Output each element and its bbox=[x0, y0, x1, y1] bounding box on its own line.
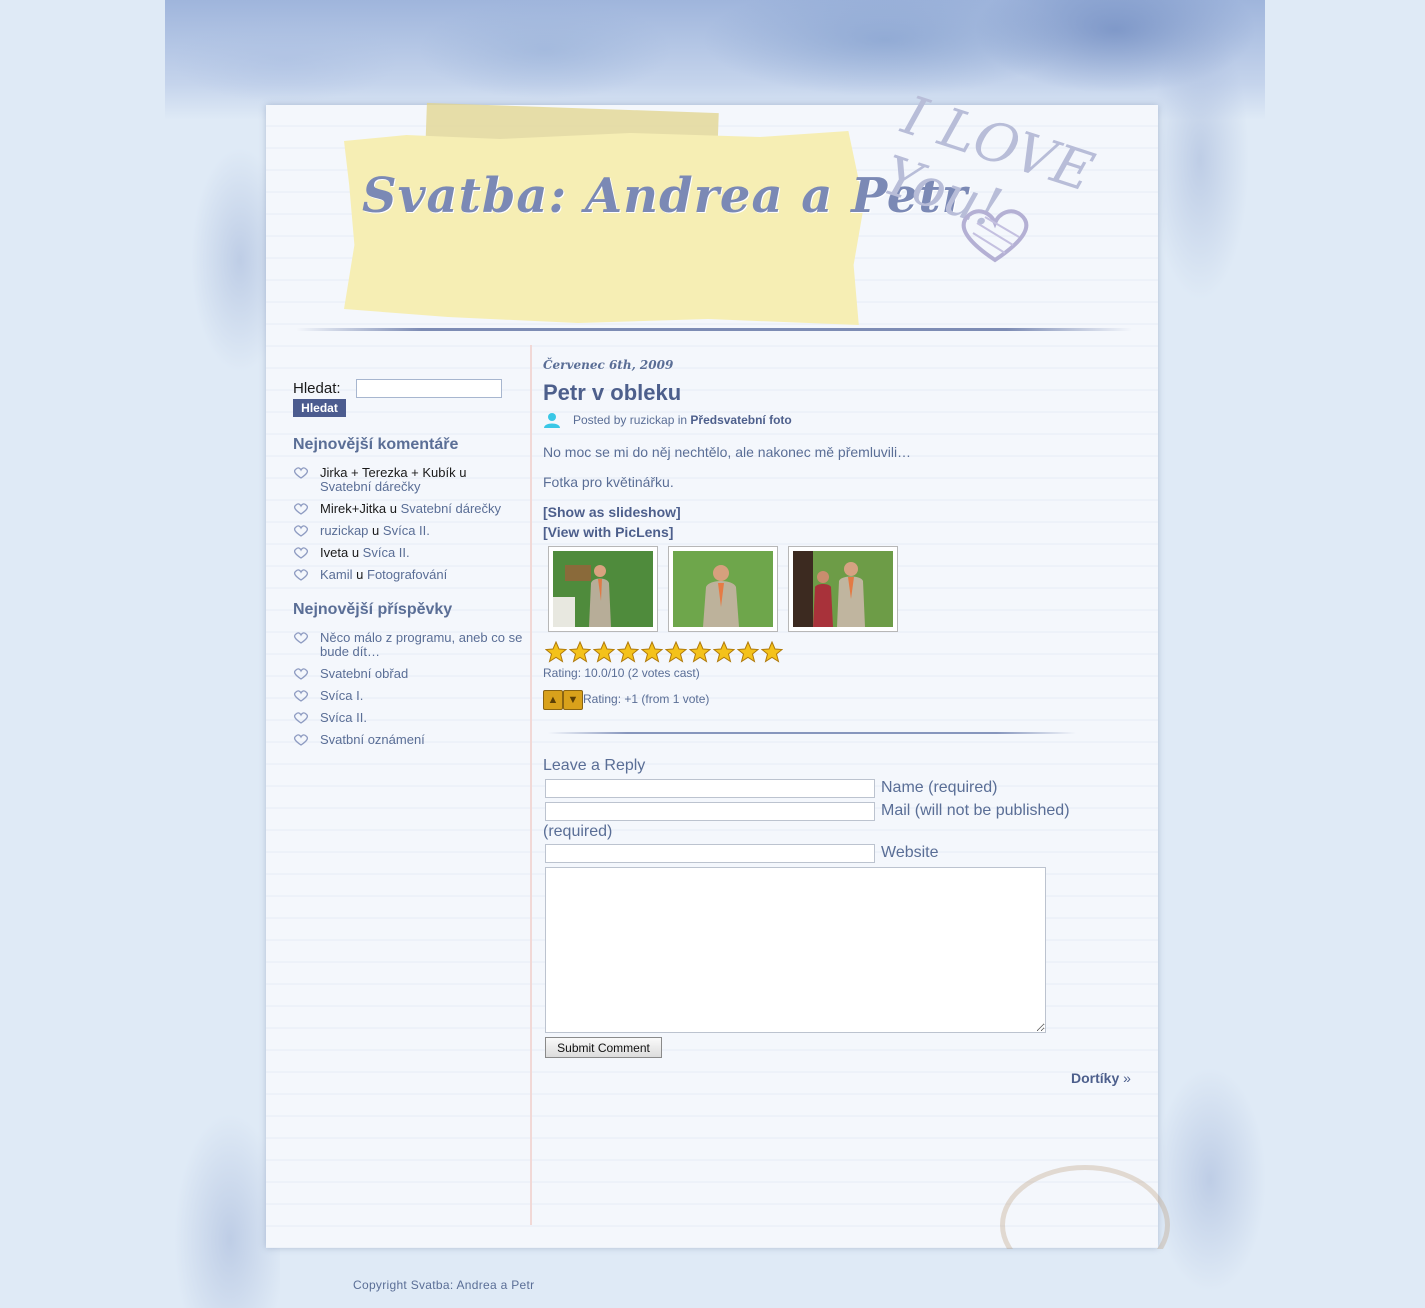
comment-post-link[interactable]: Svíca II. bbox=[383, 523, 430, 538]
star-icon[interactable] bbox=[665, 641, 687, 663]
photo-image bbox=[553, 551, 653, 627]
post-category-link[interactable]: Předsvatební foto bbox=[690, 413, 791, 427]
post-title[interactable]: Petr v obleku bbox=[543, 380, 681, 406]
star-icon[interactable] bbox=[713, 641, 735, 663]
post-paragraph: Fotka pro květinářku. bbox=[543, 474, 674, 490]
recent-comments-heading: Nejnovější komentáře bbox=[293, 436, 459, 453]
mail-label: Mail (will not be published) bbox=[881, 802, 1070, 819]
star-icon[interactable] bbox=[593, 641, 615, 663]
heart-bullet-icon bbox=[294, 632, 308, 644]
comment-author: Mirek+Jitka bbox=[320, 501, 387, 516]
star-icon[interactable] bbox=[569, 641, 591, 663]
post-date: Červenec 6th, 2009 bbox=[543, 358, 674, 372]
star-icon[interactable] bbox=[545, 641, 567, 663]
post-meta-prefix: Posted by ruzickap in bbox=[573, 413, 688, 427]
mail-field[interactable] bbox=[545, 802, 875, 821]
comment-author: Iveta bbox=[320, 545, 349, 560]
heart-bullet-icon bbox=[294, 503, 308, 515]
heart-bullet-icon bbox=[294, 712, 308, 724]
search-input[interactable] bbox=[356, 379, 502, 398]
star-rating-text: Rating: 10.0/10 (2 votes cast) bbox=[543, 666, 700, 680]
list-item: Svatbní oznámení bbox=[293, 733, 525, 747]
comment-post-link[interactable]: Svíca II. bbox=[363, 545, 410, 560]
right-floral-decoration bbox=[1140, 0, 1270, 1308]
name-field[interactable] bbox=[545, 779, 875, 798]
comment-sep: u bbox=[351, 545, 360, 560]
left-floral-decoration bbox=[170, 100, 280, 1308]
comment-sep: u bbox=[372, 523, 380, 538]
search-button[interactable]: Hledat bbox=[293, 399, 346, 417]
comment-textarea[interactable] bbox=[545, 867, 1046, 1033]
star-icon[interactable] bbox=[617, 641, 639, 663]
piclens-link[interactable]: [View with PicLens] bbox=[543, 524, 673, 540]
recent-posts-heading: Nejnovější příspěvky bbox=[293, 601, 453, 618]
post-divider bbox=[548, 732, 1076, 734]
list-item: ruzickap u Svíca II. bbox=[293, 524, 525, 538]
photo-thumbnail[interactable] bbox=[668, 546, 778, 632]
recent-post-link[interactable]: Svatební obřad bbox=[320, 666, 408, 681]
website-label: Website bbox=[881, 844, 939, 861]
photo-image bbox=[793, 551, 893, 627]
photo-image bbox=[673, 551, 773, 627]
comment-post-link[interactable]: Fotografování bbox=[367, 567, 447, 582]
slideshow-link[interactable]: [Show as slideshow] bbox=[543, 504, 681, 520]
search-label: Hledat: bbox=[293, 380, 341, 397]
next-arrow-icon: » bbox=[1123, 1070, 1131, 1086]
list-item: Něco málo z programu, aneb co se bude dí… bbox=[293, 631, 525, 659]
comment-sep: u bbox=[389, 501, 397, 516]
comment-post-link[interactable]: Svatební dárečky bbox=[401, 501, 501, 516]
comment-sep: u bbox=[356, 567, 364, 582]
heart-bullet-icon bbox=[294, 547, 308, 559]
comment-author-link[interactable]: ruzickap bbox=[320, 523, 368, 538]
recent-post-link[interactable]: Svatbní oznámení bbox=[320, 732, 425, 747]
author-icon bbox=[544, 413, 560, 428]
list-item: Svíca II. bbox=[293, 711, 525, 725]
mail-required-label: (required) bbox=[543, 823, 613, 840]
recent-posts-list: Něco málo z programu, aneb co se bude dí… bbox=[293, 631, 525, 755]
recent-comments-list: Jirka + Terezka + Kubík u Svatební dáreč… bbox=[293, 466, 525, 590]
heart-bullet-icon bbox=[294, 668, 308, 680]
photo-thumbnail[interactable] bbox=[788, 546, 898, 632]
heart-bullet-icon bbox=[294, 467, 308, 479]
list-item: Iveta u Svíca II. bbox=[293, 546, 525, 560]
next-post-link[interactable]: Dortíky » bbox=[1071, 1070, 1131, 1086]
website-field[interactable] bbox=[545, 844, 875, 863]
recent-post-link[interactable]: Něco málo z programu, aneb co se bude dí… bbox=[320, 630, 522, 659]
footer-copyright: Copyright Svatba: Andrea a Petr bbox=[353, 1278, 535, 1292]
list-item: Mirek+Jitka u Svatební dárečky bbox=[293, 502, 525, 516]
list-item: Kamil u Fotografování bbox=[293, 568, 525, 582]
heart-doodle-icon bbox=[961, 209, 1029, 263]
comment-post-link[interactable]: Svatební dárečky bbox=[320, 479, 420, 494]
comment-author: Jirka + Terezka + Kubík bbox=[320, 465, 456, 480]
star-icon[interactable] bbox=[737, 641, 759, 663]
post-paragraph: No moc se mi do něj nechtělo, ale nakone… bbox=[543, 444, 912, 460]
list-item: Jirka + Terezka + Kubík u Svatební dáreč… bbox=[293, 466, 525, 494]
header-floral-artwork bbox=[165, 0, 1265, 120]
star-icon[interactable] bbox=[689, 641, 711, 663]
list-item: Svatební obřad bbox=[293, 667, 525, 681]
thumbs-up-icon[interactable]: ▲ bbox=[543, 690, 563, 710]
thumb-rating-text: Rating: +1 (from 1 vote) bbox=[583, 692, 710, 706]
thumbs-down-icon[interactable]: ▼ bbox=[563, 690, 583, 710]
recent-post-link[interactable]: Svíca I. bbox=[320, 688, 363, 703]
star-icon[interactable] bbox=[641, 641, 663, 663]
heart-bullet-icon bbox=[294, 569, 308, 581]
photo-thumbnail[interactable] bbox=[548, 546, 658, 632]
header-divider bbox=[296, 328, 1132, 331]
comment-author-link[interactable]: Kamil bbox=[320, 567, 353, 582]
title-note-paper bbox=[344, 131, 864, 325]
submit-comment-button[interactable]: Submit Comment bbox=[545, 1037, 662, 1058]
next-post-label: Dortíky bbox=[1071, 1070, 1120, 1086]
list-item: Svíca I. bbox=[293, 689, 525, 703]
name-label: Name (required) bbox=[881, 779, 998, 796]
heart-bullet-icon bbox=[294, 690, 308, 702]
leave-reply-heading: Leave a Reply bbox=[543, 757, 646, 774]
heart-bullet-icon bbox=[294, 525, 308, 537]
heart-bullet-icon bbox=[294, 734, 308, 746]
column-divider bbox=[530, 345, 532, 1225]
recent-post-link[interactable]: Svíca II. bbox=[320, 710, 367, 725]
comment-sep: u bbox=[459, 465, 467, 480]
star-icon[interactable] bbox=[761, 641, 783, 663]
